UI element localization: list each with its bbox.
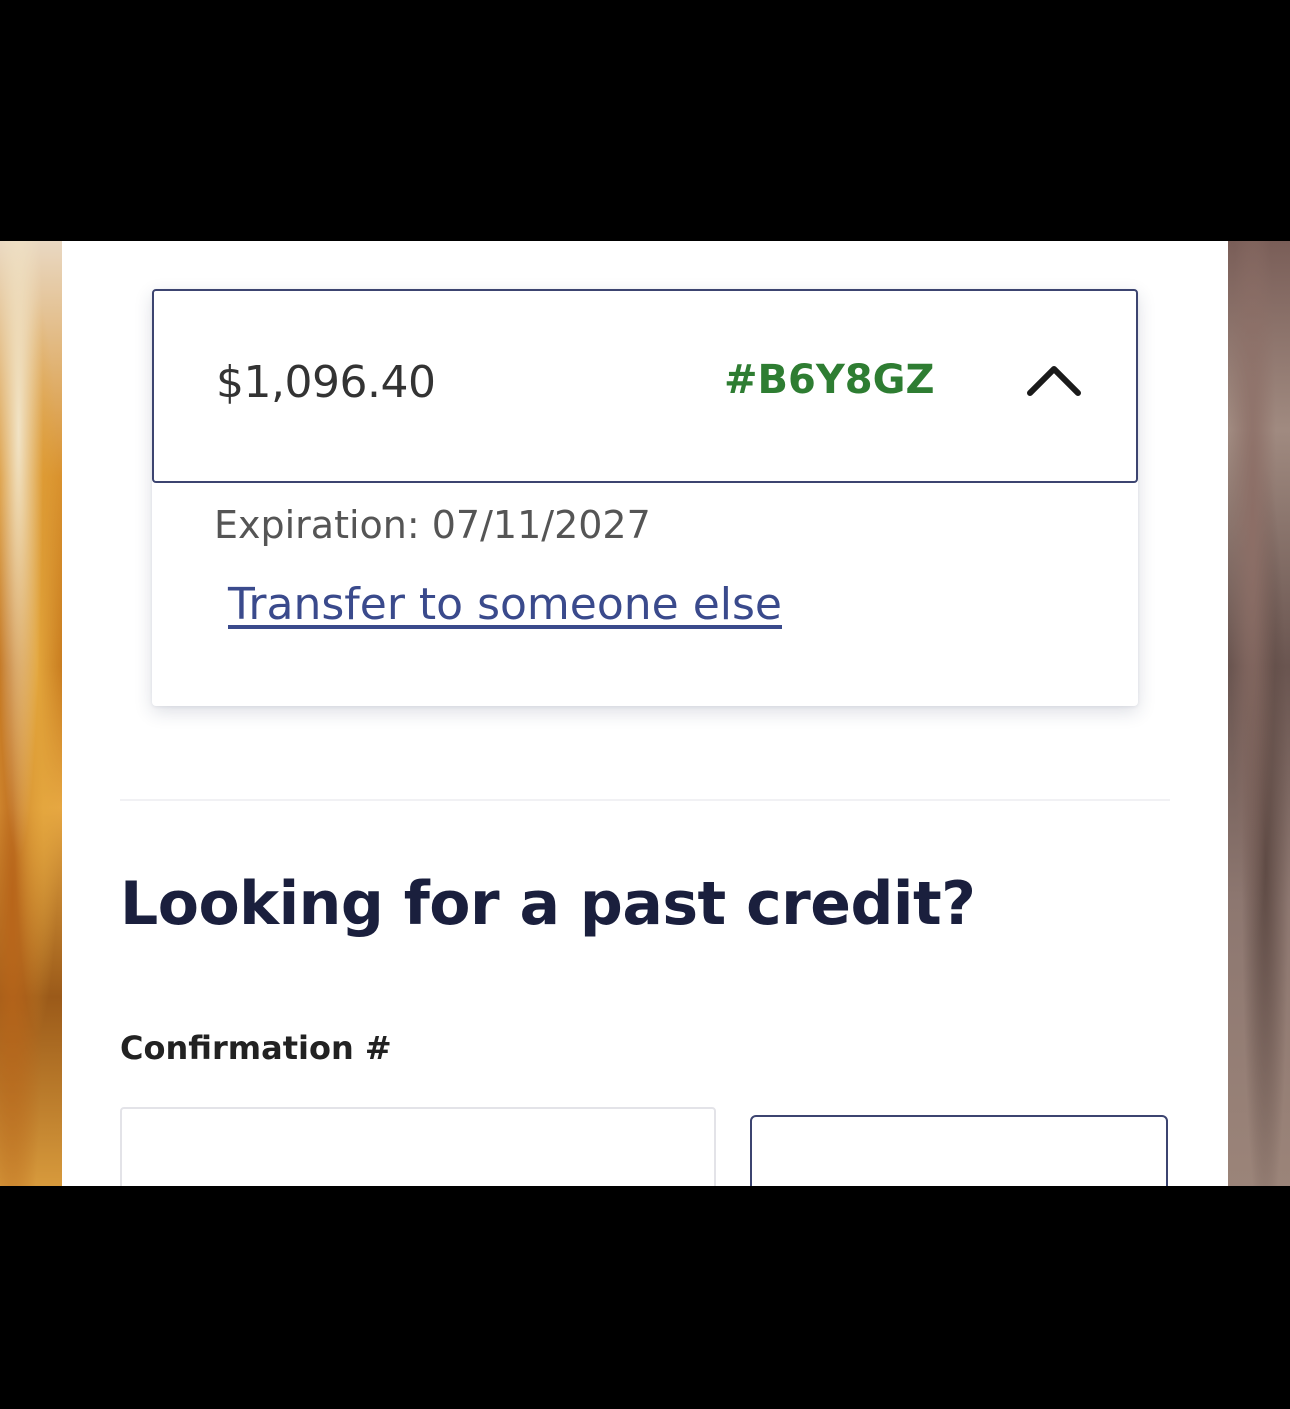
confirmation-number-label: Confirmation # bbox=[120, 1029, 392, 1067]
credit-expiration: Expiration: 07/11/2027 bbox=[214, 503, 651, 547]
credit-amount: $1,096.40 bbox=[216, 357, 436, 408]
chevron-up-icon[interactable] bbox=[1024, 361, 1084, 401]
background-image-left bbox=[0, 241, 62, 1186]
app-frame: $1,096.40 #B6Y8GZ Expiration: 07/11/2027… bbox=[0, 241, 1290, 1186]
search-credit-button[interactable] bbox=[750, 1115, 1168, 1186]
transfer-credit-link[interactable]: Transfer to someone else bbox=[228, 579, 782, 630]
section-divider bbox=[120, 799, 1170, 801]
travel-credit-card: $1,096.40 #B6Y8GZ Expiration: 07/11/2027… bbox=[152, 289, 1138, 706]
confirmation-number-input[interactable] bbox=[120, 1107, 716, 1186]
credits-panel: $1,096.40 #B6Y8GZ Expiration: 07/11/2027… bbox=[62, 241, 1228, 1186]
credit-confirmation-code: #B6Y8GZ bbox=[724, 357, 935, 403]
background-image-right bbox=[1228, 241, 1290, 1186]
credit-accordion-header[interactable]: $1,096.40 #B6Y8GZ bbox=[152, 289, 1138, 483]
past-credit-heading: Looking for a past credit? bbox=[120, 869, 976, 939]
